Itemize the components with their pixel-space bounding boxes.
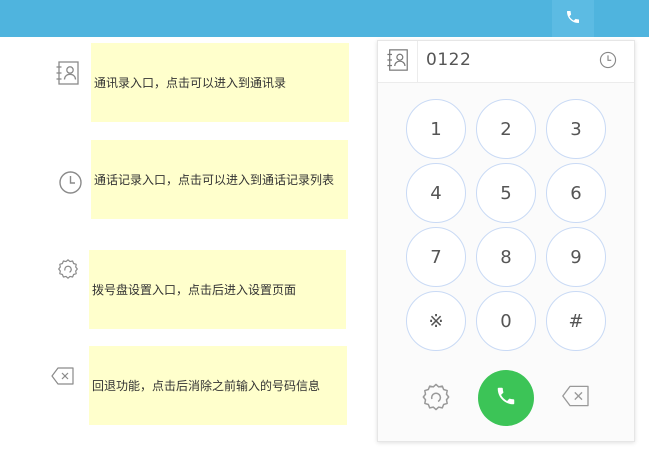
key-5[interactable]: 5 — [476, 163, 536, 223]
key-4[interactable]: 4 — [406, 163, 466, 223]
clock-icon — [599, 51, 617, 73]
key-label: 6 — [570, 182, 582, 204]
contacts-annotation: 通讯录入口，点击可以进入到通讯录 — [91, 43, 349, 122]
backspace-icon — [559, 384, 593, 412]
gear-icon — [57, 258, 79, 280]
key-2[interactable]: 2 — [476, 99, 536, 159]
phone-icon — [565, 9, 581, 29]
key-star[interactable]: ※ — [406, 291, 466, 351]
key-9[interactable]: 9 — [546, 227, 606, 287]
dialer-panel: 0122 1 2 3 4 5 6 7 8 9 ※ 0 # — [377, 40, 635, 442]
key-label: # — [568, 310, 584, 332]
phone-icon — [495, 385, 517, 411]
dialer-input-row: 0122 — [378, 41, 634, 83]
settings-annotation-text: 拨号盘设置入口，点击后进入设置页面 — [92, 282, 297, 297]
history-button[interactable] — [596, 50, 620, 74]
gear-icon — [421, 382, 451, 416]
contacts-book-icon — [55, 60, 81, 86]
settings-button[interactable] — [420, 383, 452, 415]
contacts-book-icon — [386, 48, 410, 76]
backspace-annotation-text: 回退功能，点击后消除之前输入的号码信息 — [92, 378, 321, 393]
key-0[interactable]: 0 — [476, 291, 536, 351]
settings-annotation: 拨号盘设置入口，点击后进入设置页面 — [89, 250, 346, 329]
key-8[interactable]: 8 — [476, 227, 536, 287]
dialed-number[interactable]: 0122 — [426, 50, 471, 70]
key-label: 3 — [570, 118, 582, 140]
clock-icon — [58, 170, 83, 195]
contacts-annotation-text: 通讯录入口，点击可以进入到通讯录 — [94, 75, 287, 90]
key-label: 2 — [500, 118, 512, 140]
topbar-phone-button[interactable] — [552, 0, 594, 37]
backspace-annotation: 回退功能，点击后消除之前输入的号码信息 — [89, 346, 347, 425]
key-label: 4 — [430, 182, 442, 204]
history-annotation: 通话记录入口，点击可以进入到通话记录列表 — [91, 140, 348, 219]
backspace-button[interactable] — [558, 385, 594, 411]
key-label: 0 — [500, 310, 512, 332]
top-bar — [0, 0, 649, 37]
key-6[interactable]: 6 — [546, 163, 606, 223]
key-label: ※ — [428, 310, 444, 332]
call-button[interactable] — [478, 370, 534, 426]
history-annotation-text: 通话记录入口，点击可以进入到通话记录列表 — [94, 172, 335, 187]
key-label: 8 — [500, 246, 512, 268]
key-label: 7 — [430, 246, 442, 268]
key-1[interactable]: 1 — [406, 99, 466, 159]
contacts-button[interactable] — [378, 41, 418, 83]
key-label: 9 — [570, 246, 582, 268]
key-3[interactable]: 3 — [546, 99, 606, 159]
key-label: 5 — [500, 182, 512, 204]
key-hash[interactable]: # — [546, 291, 606, 351]
key-label: 1 — [430, 118, 442, 140]
backspace-icon — [51, 366, 75, 386]
key-7[interactable]: 7 — [406, 227, 466, 287]
